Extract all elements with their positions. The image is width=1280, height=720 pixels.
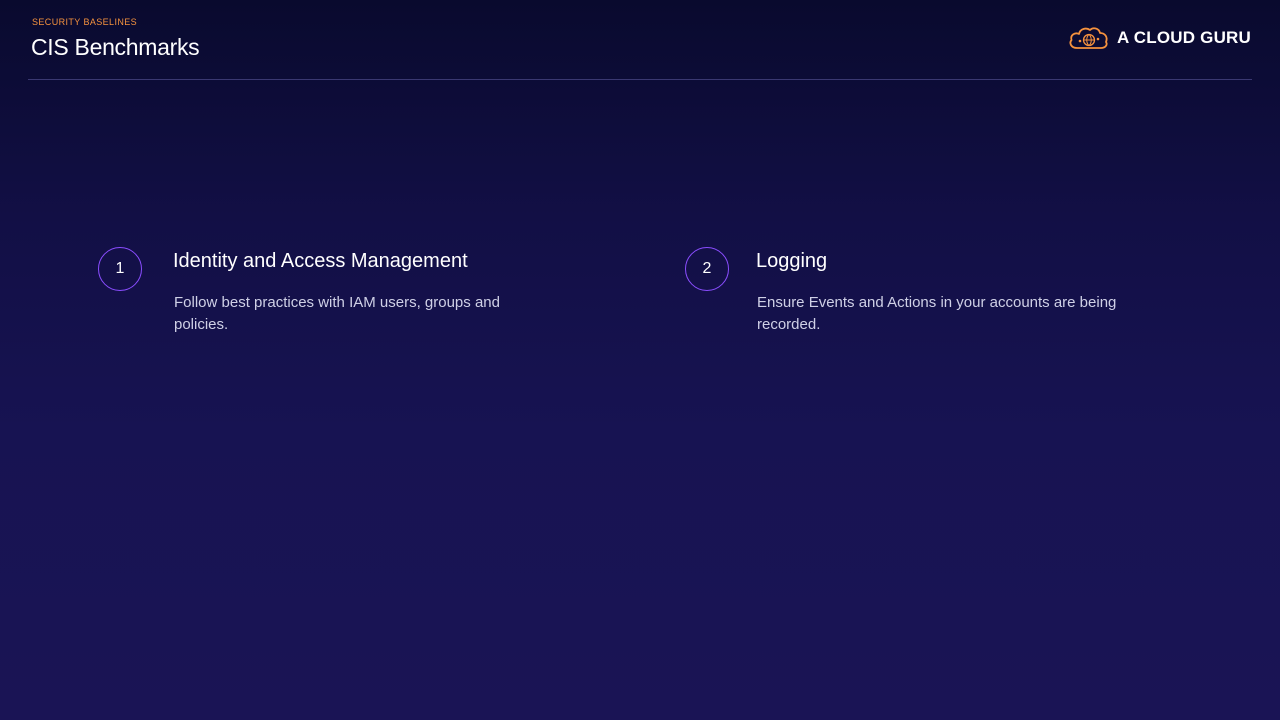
slide: SECURITY BASELINES CIS Benchmarks A CLOU… <box>0 0 1280 720</box>
page-title: CIS Benchmarks <box>31 34 200 60</box>
item-title: Logging <box>756 250 828 272</box>
header-divider <box>28 79 1252 80</box>
brand-name: A CLOUD GURU <box>1117 28 1251 47</box>
brand-logo: A CLOUD GURU <box>1067 24 1251 52</box>
section-eyebrow: SECURITY BASELINES <box>32 17 138 27</box>
item-number-badge: 2 <box>685 247 729 291</box>
item-title: Identity and Access Management <box>173 250 468 272</box>
cloud-logo-icon <box>1069 27 1108 49</box>
item-number-badge: 1 <box>98 247 142 291</box>
item-description: Follow best practices with IAM users, gr… <box>174 294 500 333</box>
item-description: Ensure Events and Actions in your accoun… <box>757 294 1117 333</box>
